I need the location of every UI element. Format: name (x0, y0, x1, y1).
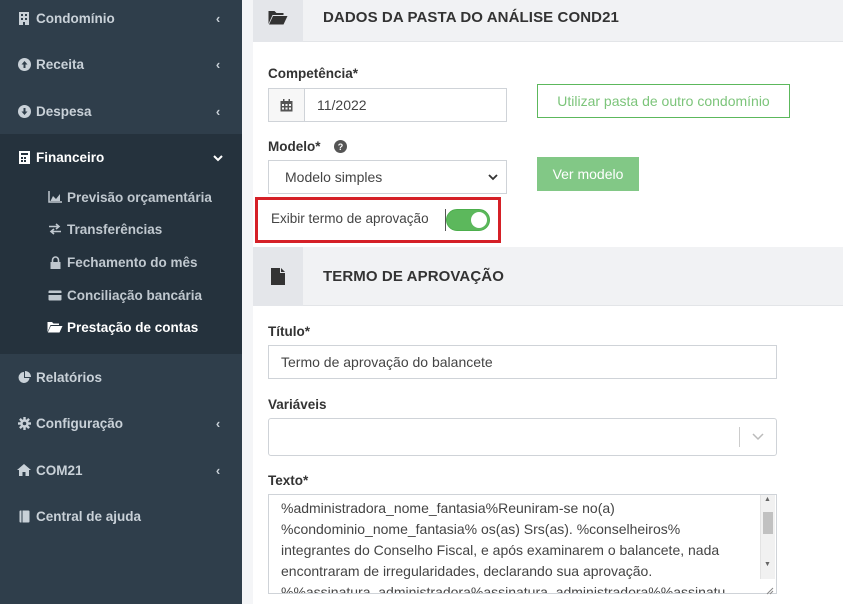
sidebar-item-label: Financeiro (36, 149, 105, 165)
submenu-item-conciliacao[interactable]: Conciliação bancária (47, 284, 202, 306)
texto-scrollbar[interactable]: ▲ ▼ (760, 495, 775, 579)
calendar-icon[interactable] (268, 88, 304, 122)
exibir-termo-toggle[interactable] (446, 209, 490, 231)
chevron-left-icon: ‹ (215, 10, 221, 26)
chevron-left-icon: ‹ (215, 415, 221, 431)
sidebar-item-financeiro[interactable]: Financeiro (0, 134, 242, 180)
calculator-icon (17, 150, 31, 164)
book-icon (17, 509, 31, 523)
area-chart-icon (47, 190, 63, 204)
chevron-down-icon (740, 433, 776, 441)
sidebar-item-receita[interactable]: Receita ‹ (0, 41, 242, 87)
chevron-down-icon (206, 150, 230, 165)
submenu-item-prestacao[interactable]: Prestação de contas (47, 316, 198, 338)
sidebar-item-despesa[interactable]: Despesa ‹ (0, 88, 242, 134)
ver-modelo-button[interactable]: Ver modelo (537, 157, 639, 191)
resize-handle-icon[interactable] (764, 582, 774, 595)
sidebar-item-label: Relatórios (36, 369, 103, 385)
pie-chart-icon (17, 370, 31, 384)
toggle-knob (471, 212, 487, 228)
folder-open-icon (47, 320, 63, 334)
titulo-input[interactable]: Termo de aprovação do balancete (268, 345, 777, 379)
texto-label: Texto* (268, 473, 309, 488)
section-title: DADOS DA PASTA DO ANÁLISE COND21 (323, 9, 619, 26)
modelo-select-value: Modelo simples (285, 169, 383, 185)
submenu-item-label: Previsão orçamentária (67, 189, 212, 205)
exchange-icon (47, 222, 63, 236)
arrow-circle-up-icon (17, 57, 31, 71)
sidebar-item-label: COM21 (36, 462, 83, 478)
sidebar-item-label: Condomínio (36, 10, 115, 26)
competencia-input[interactable]: 11/2022 (304, 88, 507, 122)
texto-textarea[interactable]: %administradora_nome_fantasia%Reuniram-s… (268, 494, 777, 594)
texto-line: %administradora_nome_fantasia%Reuniram-s… (281, 500, 615, 516)
texto-line: encontraram de irregularidades, declaran… (281, 563, 653, 579)
submenu-item-label: Fechamento do mês (67, 254, 198, 270)
scroll-down-arrow-icon[interactable]: ▼ (764, 561, 771, 568)
scroll-up-arrow-icon[interactable]: ▲ (764, 496, 771, 503)
credit-card-icon (47, 288, 63, 302)
chevron-left-icon: ‹ (215, 103, 221, 119)
file-icon (253, 246, 303, 306)
main-content: DADOS DA PASTA DO ANÁLISE COND21 Competê… (253, 0, 843, 604)
chevron-left-icon: ‹ (215, 56, 221, 72)
toggle-label: Exibir termo de aprovação (271, 211, 429, 226)
modelo-select[interactable]: Modelo simples (268, 160, 507, 194)
home-icon (17, 463, 31, 477)
texto-line: %%assinatura_administradora%assinatura_a… (281, 584, 726, 594)
folder-open-icon (253, 0, 303, 42)
submenu-item-label: Transferências (67, 221, 163, 237)
submenu-item-previsao[interactable]: Previsão orçamentária (47, 186, 212, 208)
submenu-item-fechamento[interactable]: Fechamento do mês (47, 251, 198, 273)
texto-line: %condominio_nome_fantasia% os(as) Srs(as… (281, 521, 681, 537)
submenu-item-label: Conciliação bancária (67, 287, 203, 303)
sidebar-item-configuracao[interactable]: Configuração ‹ (0, 400, 242, 446)
competencia-label: Competência* (268, 66, 359, 81)
submenu-financeiro: Previsão orçamentária Transferências Fec… (0, 180, 242, 354)
texto-line: integrantes do Conselho Fiscal, e após e… (281, 542, 720, 558)
sidebar: Condomínio ‹ Receita ‹ Despesa ‹ Finance… (0, 0, 242, 604)
sidebar-item-label: Receita (36, 56, 85, 72)
gear-icon (17, 416, 31, 430)
chevron-down-icon (488, 173, 498, 181)
scrollbar-thumb[interactable] (763, 512, 773, 534)
section-header-dados-pasta: DADOS DA PASTA DO ANÁLISE COND21 (253, 0, 843, 42)
sidebar-item-label: Central de ajuda (36, 508, 142, 524)
section-header-termo: TERMO DE APROVAÇÃO (253, 246, 843, 306)
sidebar-item-central-ajuda[interactable]: Central de ajuda (0, 493, 242, 539)
arrow-circle-down-icon (17, 104, 31, 118)
titulo-label: Título* (268, 324, 310, 339)
variaveis-label: Variáveis (268, 397, 327, 412)
sidebar-item-label: Despesa (36, 103, 92, 119)
sidebar-item-condominio[interactable]: Condomínio ‹ (0, 0, 242, 41)
sidebar-item-relatorios[interactable]: Relatórios (0, 354, 242, 400)
submenu-item-label: Prestação de contas (67, 319, 199, 335)
lock-icon (47, 255, 63, 269)
section-title: TERMO DE APROVAÇÃO (323, 267, 504, 285)
modelo-label: Modelo* (268, 139, 321, 154)
variaveis-select[interactable] (268, 418, 777, 456)
building-icon (17, 11, 31, 25)
chevron-left-icon: ‹ (215, 462, 221, 478)
use-other-condo-folder-button[interactable]: Utilizar pasta de outro condomínio (537, 84, 790, 118)
sidebar-item-label: Configuração (36, 415, 124, 431)
question-circle-icon[interactable]: ? (334, 140, 347, 153)
submenu-item-transferencias[interactable]: Transferências (47, 218, 162, 240)
sidebar-item-com21[interactable]: COM21 ‹ (0, 447, 242, 493)
